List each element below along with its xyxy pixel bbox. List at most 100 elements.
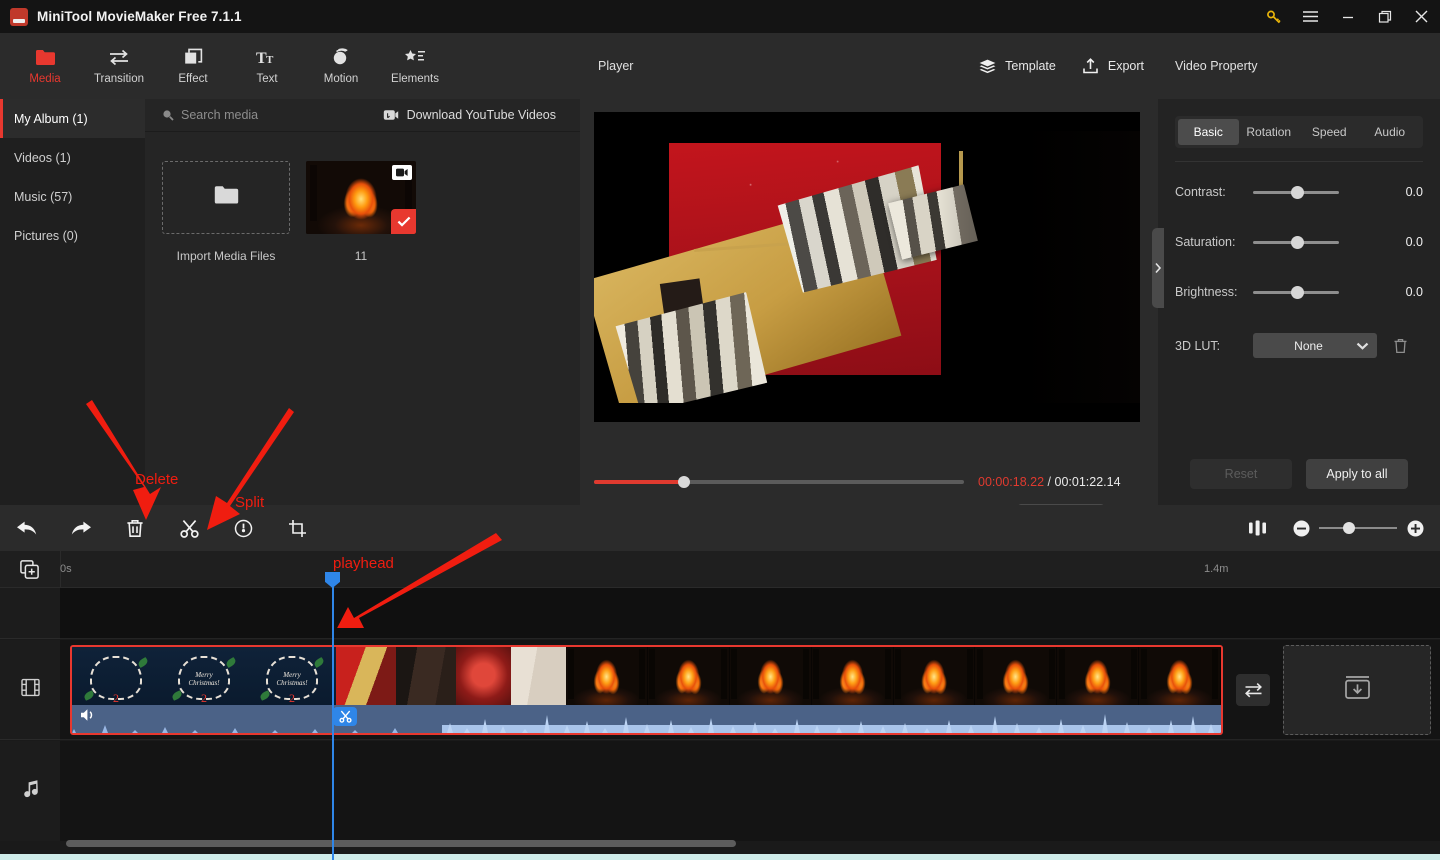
sidebar-item-videos[interactable]: Videos (1) bbox=[0, 138, 145, 177]
split-icon[interactable] bbox=[162, 505, 216, 551]
folder-icon bbox=[35, 47, 56, 67]
download-youtube-button[interactable]: Download YouTube Videos bbox=[383, 108, 556, 122]
xmas-leaf-right bbox=[224, 656, 238, 669]
zoom-out-icon[interactable] bbox=[1292, 519, 1310, 537]
film-icon bbox=[20, 678, 40, 702]
clip-frame-fire-2 bbox=[647, 647, 730, 709]
seek-handle[interactable] bbox=[678, 476, 690, 488]
app-title: MiniTool MovieMaker Free 7.1.1 bbox=[37, 9, 242, 24]
overlay-track-header[interactable] bbox=[0, 587, 60, 639]
menu-icon[interactable] bbox=[1292, 0, 1329, 33]
saturation-value: 0.0 bbox=[1405, 235, 1423, 249]
timeline-clip[interactable]: 2 Merry Christmas! 2 Merry Christmas! 2 bbox=[70, 645, 1223, 735]
timeline-scrollbar-thumb[interactable] bbox=[66, 840, 736, 847]
apply-to-all-button[interactable]: Apply to all bbox=[1306, 459, 1408, 489]
delete-lut-icon[interactable] bbox=[1393, 338, 1408, 354]
xmas-greeting-text: Merry Christmas! bbox=[188, 671, 220, 688]
maximize-icon[interactable] bbox=[1366, 0, 1403, 33]
import-media-dropzone[interactable] bbox=[162, 161, 290, 234]
ruler-tick-start: 0s bbox=[60, 563, 72, 575]
property-title: Video Property bbox=[1175, 59, 1258, 73]
audio-track-header[interactable] bbox=[0, 741, 60, 841]
nav-item-media[interactable]: Media bbox=[8, 36, 82, 96]
brightness-slider[interactable] bbox=[1253, 285, 1339, 299]
nav-item-text[interactable]: TT Text bbox=[230, 36, 304, 96]
undo-icon[interactable] bbox=[0, 505, 54, 551]
reset-button[interactable]: Reset bbox=[1190, 459, 1292, 489]
effect-icon bbox=[184, 47, 203, 67]
sidebar-item-pictures[interactable]: Pictures (0) bbox=[0, 216, 145, 255]
nav-label-media: Media bbox=[29, 73, 61, 85]
video-type-icon bbox=[392, 165, 412, 180]
seek-bar[interactable] bbox=[594, 476, 964, 488]
lut-select[interactable]: None bbox=[1253, 333, 1377, 358]
media-item[interactable]: 11 bbox=[306, 161, 416, 263]
nav-item-elements[interactable]: Elements bbox=[378, 36, 452, 96]
nav-item-transition[interactable]: Transition bbox=[82, 36, 156, 96]
import-media-tile[interactable]: Import Media Files bbox=[162, 161, 290, 263]
nav-label-transition: Transition bbox=[93, 73, 145, 85]
player-header: Player Template Export bbox=[580, 33, 1158, 99]
bottom-strip bbox=[0, 854, 1440, 860]
clip-frame-fire-1 bbox=[566, 647, 648, 709]
tab-audio[interactable]: Audio bbox=[1360, 119, 1421, 145]
contrast-slider[interactable] bbox=[1253, 185, 1339, 199]
close-icon[interactable] bbox=[1403, 0, 1440, 33]
tab-speed[interactable]: Speed bbox=[1299, 119, 1360, 145]
video-track-header[interactable] bbox=[0, 640, 60, 740]
zoom-in-icon[interactable] bbox=[1406, 519, 1424, 537]
timeline-scrollbar-track[interactable] bbox=[60, 840, 1430, 847]
search-input[interactable]: Search media bbox=[162, 108, 258, 122]
timeline-ruler[interactable]: 0s 1.4m bbox=[0, 551, 1440, 587]
clip-frame-fire-7 bbox=[1057, 647, 1140, 709]
zoom-handle[interactable] bbox=[1343, 522, 1355, 534]
audio-track-lane[interactable] bbox=[60, 741, 1440, 841]
sidebar-item-music[interactable]: Music (57) bbox=[0, 177, 145, 216]
media-grid: Import Media Files 11 bbox=[145, 132, 580, 263]
zoom-slider[interactable] bbox=[1319, 522, 1397, 534]
tab-basic[interactable]: Basic bbox=[1178, 119, 1239, 145]
saturation-slider[interactable] bbox=[1253, 235, 1339, 249]
delete-icon[interactable] bbox=[108, 505, 162, 551]
clip-frame-xmas-1: 2 bbox=[72, 647, 160, 709]
redo-icon[interactable] bbox=[54, 505, 108, 551]
add-media-dropzone[interactable] bbox=[1283, 645, 1431, 735]
overlay-track-lane[interactable] bbox=[60, 587, 1440, 639]
contrast-handle[interactable] bbox=[1291, 185, 1304, 199]
xmas-number: 2 bbox=[289, 691, 295, 705]
saturation-handle[interactable] bbox=[1291, 235, 1304, 249]
clip-frame-fire-5 bbox=[893, 647, 976, 709]
export-button[interactable]: Export bbox=[1082, 58, 1144, 74]
nav-item-motion[interactable]: Motion bbox=[304, 36, 378, 96]
primary-nav: Media Transition Effect TT Text Motion E… bbox=[0, 33, 580, 99]
panel-collapse-handle[interactable] bbox=[1152, 228, 1164, 308]
nav-item-effect[interactable]: Effect bbox=[156, 36, 230, 96]
template-label: Template bbox=[1005, 59, 1056, 73]
crop-icon[interactable] bbox=[270, 505, 324, 551]
brightness-value: 0.0 bbox=[1405, 285, 1423, 299]
property-tabs: Basic Rotation Speed Audio bbox=[1175, 116, 1423, 148]
speed-icon[interactable] bbox=[216, 505, 270, 551]
lut-value: None bbox=[1294, 338, 1323, 353]
lut-label: 3D LUT: bbox=[1175, 338, 1221, 353]
tab-rotation[interactable]: Rotation bbox=[1239, 119, 1300, 145]
chevron-down-icon bbox=[1356, 342, 1369, 350]
xmas-leaf-right bbox=[312, 656, 326, 669]
clip-frame-star bbox=[456, 647, 511, 709]
swap-icon[interactable] bbox=[1236, 674, 1270, 706]
lut-row: 3D LUT: None bbox=[1175, 333, 1423, 358]
brightness-handle[interactable] bbox=[1291, 285, 1304, 299]
media-thumbnail[interactable] bbox=[306, 161, 416, 234]
speaker-icon[interactable] bbox=[80, 708, 96, 727]
video-preview[interactable] bbox=[594, 112, 1140, 422]
sidebar-label-videos: Videos (1) bbox=[14, 150, 71, 165]
template-button[interactable]: Template bbox=[979, 59, 1056, 74]
zoom-fit-icon[interactable] bbox=[1240, 513, 1274, 543]
split-marker-icon[interactable] bbox=[333, 707, 357, 726]
add-track-icon[interactable] bbox=[20, 560, 39, 584]
minimize-icon[interactable] bbox=[1329, 0, 1366, 33]
key-icon[interactable] bbox=[1255, 0, 1292, 33]
tab-audio-label: Audio bbox=[1374, 125, 1406, 139]
timeline-toolbar bbox=[0, 505, 1440, 551]
sidebar-item-my-album[interactable]: My Album (1) bbox=[0, 99, 145, 138]
